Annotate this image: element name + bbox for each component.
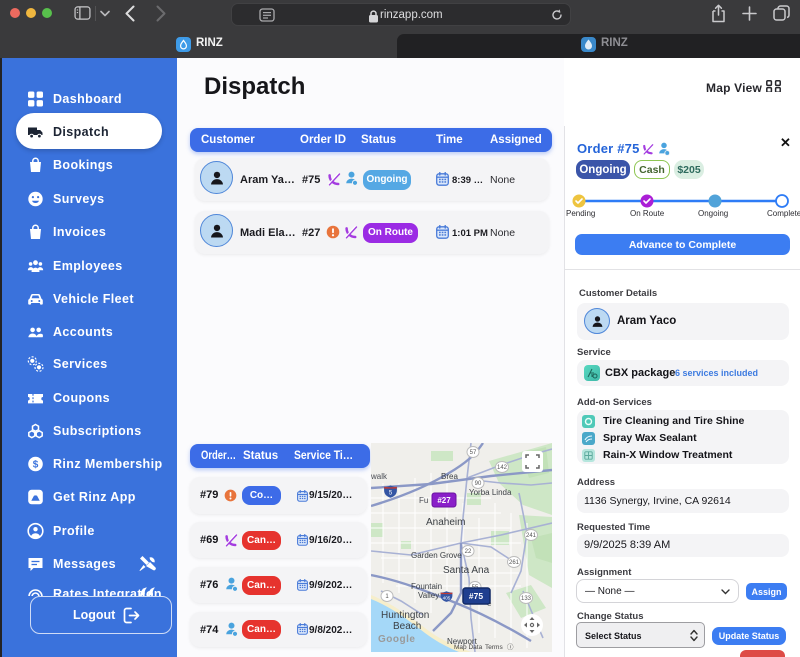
svg-text:261: 261 (509, 560, 520, 566)
svg-text:Fu: Fu (419, 496, 428, 505)
svg-text:Santa Ana: Santa Ana (443, 565, 490, 576)
svg-text:Huntington: Huntington (381, 610, 429, 621)
svg-text:Yorba Linda: Yorba Linda (469, 488, 512, 497)
svg-text:ⓘ: ⓘ (507, 643, 514, 651)
svg-text:57: 57 (470, 450, 477, 456)
svg-text:Brea: Brea (441, 472, 458, 481)
svg-text:133: 133 (521, 596, 532, 602)
svg-text:241: 241 (526, 533, 537, 539)
svg-text:#27: #27 (437, 496, 451, 505)
svg-text:Anaheim: Anaheim (426, 517, 465, 528)
svg-text:90: 90 (475, 481, 482, 487)
svg-text:Valley: Valley (418, 591, 439, 600)
svg-text:405: 405 (443, 595, 451, 600)
svg-text:22: 22 (465, 549, 472, 555)
svg-text:Garden Grove: Garden Grove (411, 551, 462, 560)
svg-text:Map Data: Map Data (454, 644, 483, 651)
svg-text:$: $ (33, 459, 39, 470)
svg-text:walk: walk (371, 472, 388, 481)
svg-text:Google: Google (378, 634, 415, 645)
svg-text:#75: #75 (469, 591, 483, 601)
svg-text:Terms: Terms (485, 644, 503, 651)
svg-text:142: 142 (497, 465, 508, 471)
svg-text:Fountain: Fountain (411, 582, 442, 591)
svg-text:Beach: Beach (393, 621, 421, 632)
